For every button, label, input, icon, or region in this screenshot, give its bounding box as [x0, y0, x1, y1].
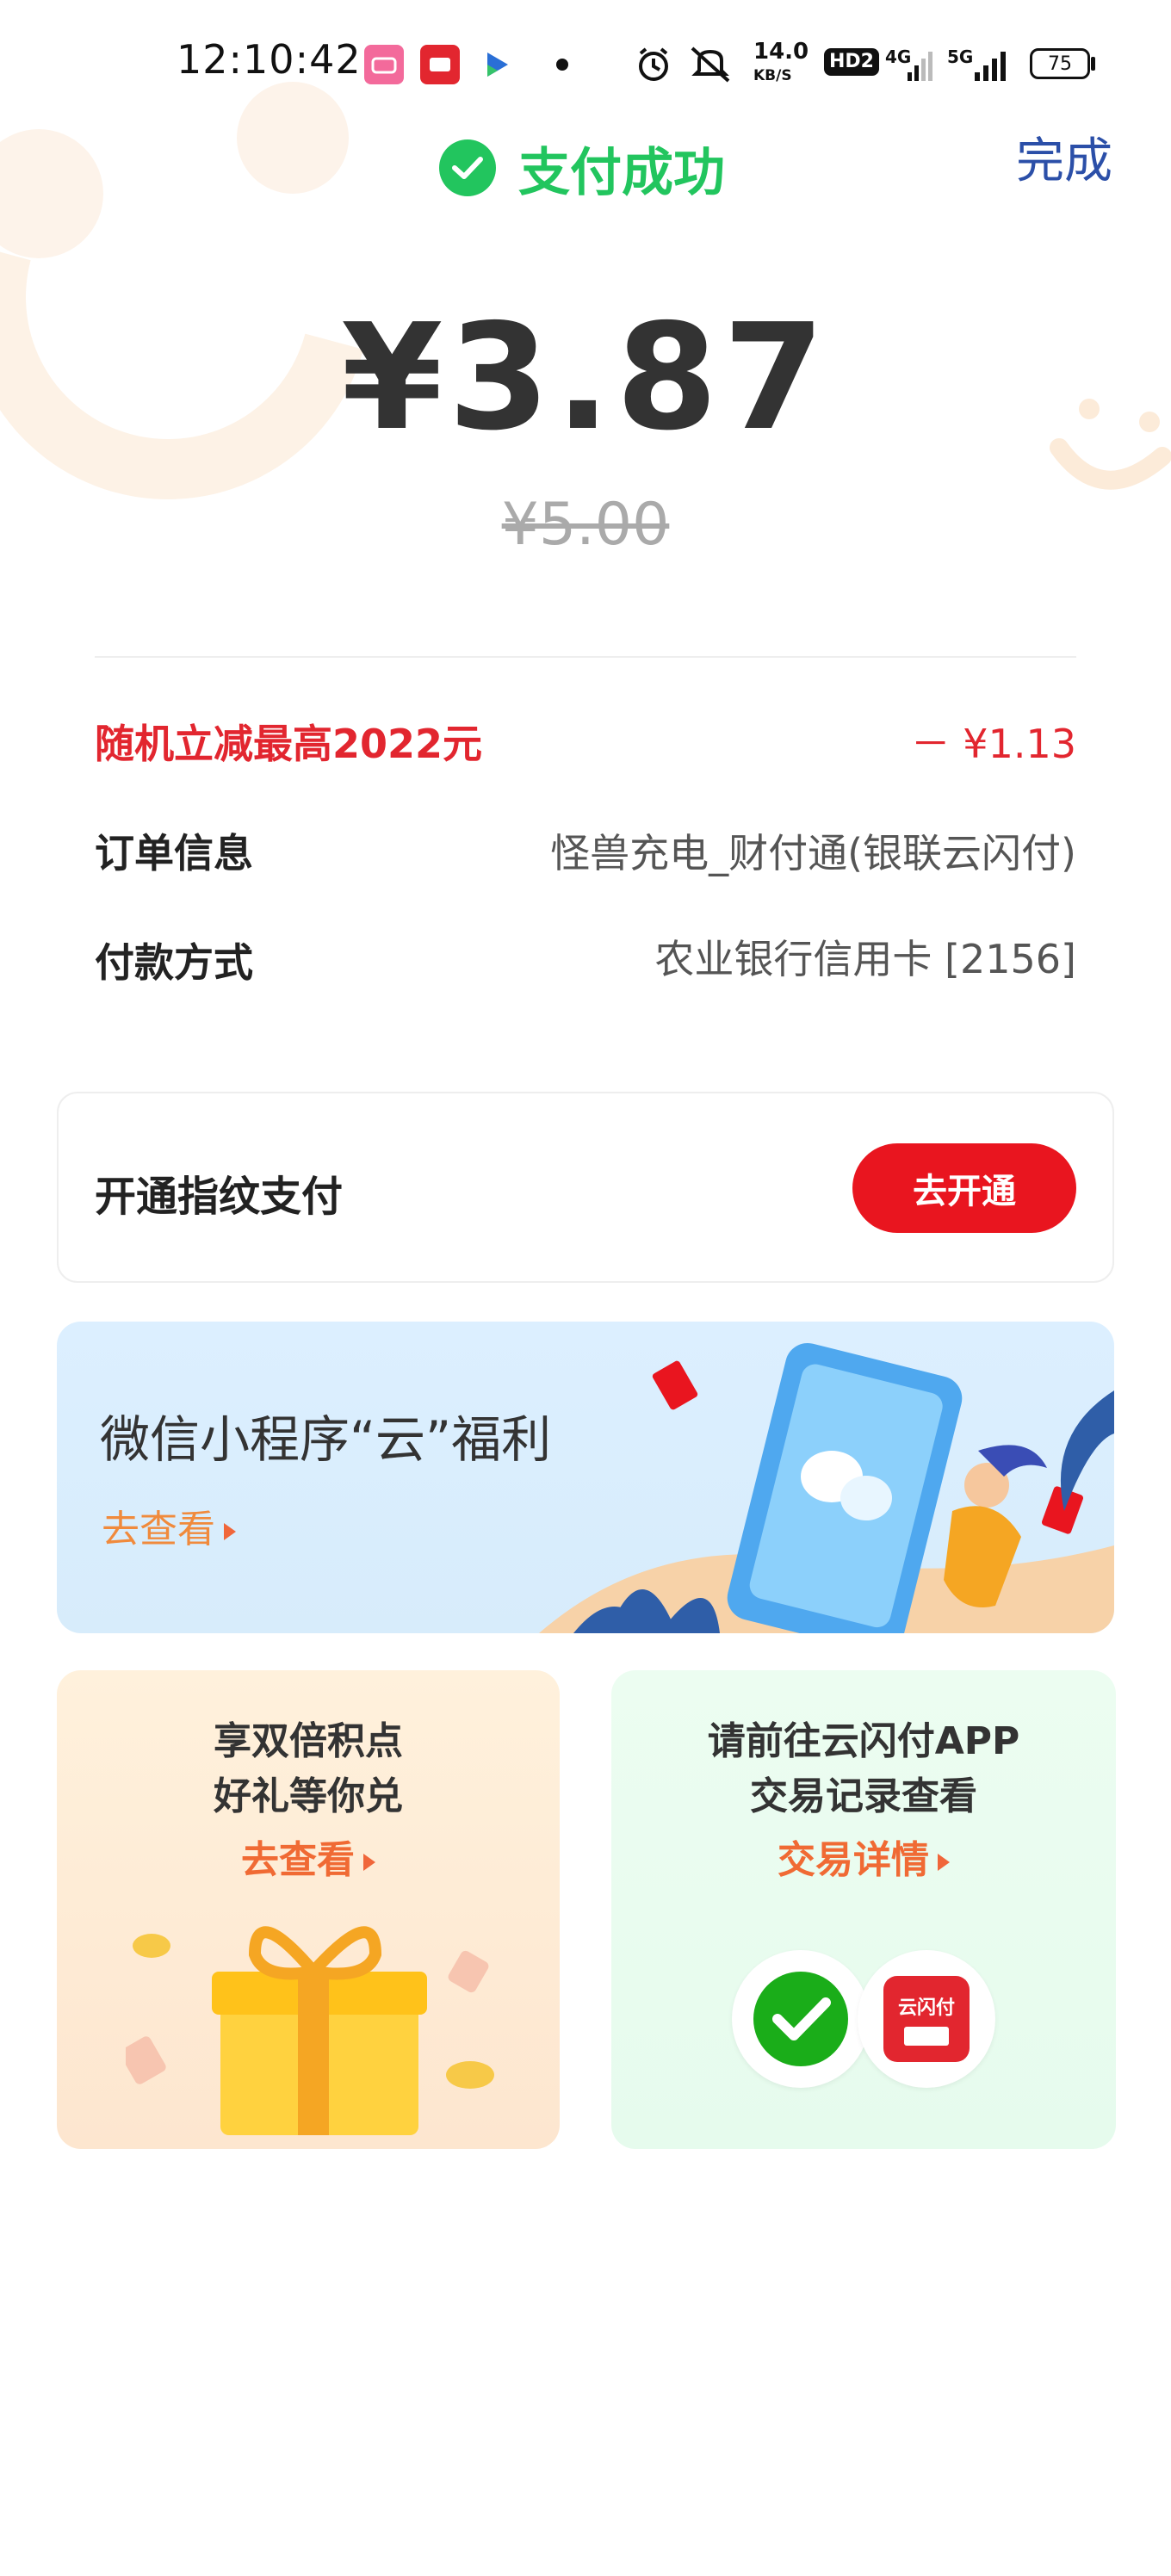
unionpay-cloud-icon	[420, 45, 460, 84]
alarm-icon	[639, 47, 668, 81]
paid-amount: ¥3.87	[341, 293, 830, 463]
payment-method-value: 农业银行信用卡 [2156]	[654, 936, 1076, 982]
order-info-value: 怪兽充电_财付通(银联云闪付)	[550, 830, 1076, 876]
card-icon	[904, 2027, 949, 2046]
caret-right-icon	[363, 1854, 375, 1871]
wechat-miniprogram-banner[interactable]	[57, 1322, 1114, 1633]
caret-right-icon	[224, 1523, 236, 1540]
unionpay-logo-badge: 云闪付	[883, 1976, 970, 2062]
wechat-pay-icon	[732, 1950, 870, 2088]
points-card-line2: 好礼等你兑	[214, 1774, 403, 1818]
payment-method-label: 付款方式	[95, 939, 253, 986]
banner-link-label: 去查看	[102, 1508, 215, 1551]
banner-link[interactable]: 去查看	[102, 1498, 236, 1553]
signal-strength-icon	[975, 52, 1006, 81]
status-time: 12:10:42	[177, 36, 362, 83]
payment-success-header: 支付成功	[439, 133, 725, 203]
gift-box-icon	[126, 1926, 494, 2135]
video-app-icon	[476, 45, 516, 84]
divider	[95, 656, 1076, 658]
points-card-link[interactable]: 去查看	[57, 1829, 560, 1884]
check-circle-icon	[439, 139, 496, 196]
done-button[interactable]: 完成	[1016, 122, 1112, 192]
payment-status-text: 支付成功	[518, 142, 725, 203]
transaction-detail-label: 交易详情	[778, 1838, 929, 1882]
discount-label: 随机立减最高2022元	[95, 721, 483, 767]
points-card-link-label: 去查看	[241, 1838, 355, 1882]
network-type-2: 5G	[947, 46, 974, 67]
enable-fingerprint-button[interactable]: 去开通	[852, 1143, 1076, 1233]
mute-icon	[691, 46, 730, 83]
bilibili-icon	[364, 45, 404, 84]
battery-tip	[1091, 57, 1095, 71]
unionpay-cloud-icon: 云闪付	[858, 1950, 995, 2088]
record-card-line1: 请前往云闪付APP	[707, 1719, 1020, 1763]
transaction-detail-link[interactable]: 交易详情	[612, 1829, 1115, 1884]
network-speed-unit: KB/S	[753, 67, 792, 84]
points-card-line1: 享双倍积点	[214, 1719, 403, 1763]
caret-right-icon	[938, 1854, 950, 1871]
order-info-label: 订单信息	[95, 830, 253, 876]
network-speed: 14.0	[753, 39, 809, 65]
fingerprint-pay-label: 开通指纹支付	[95, 1173, 344, 1221]
unionpay-logo-text: 云闪付	[897, 1997, 955, 2019]
record-card-line2: 交易记录查看	[750, 1774, 977, 1818]
notification-dot-icon	[556, 59, 568, 71]
signal-strength-icon	[908, 52, 932, 81]
battery-icon: 75	[1030, 48, 1090, 79]
discount-value: － ¥1.13	[910, 721, 1076, 767]
banner-illustration	[539, 1343, 1114, 1633]
banner-title: 微信小程序“云”福利	[100, 1410, 552, 1469]
hd-badge: HD2	[824, 48, 879, 76]
original-amount: ¥5.00	[501, 491, 670, 559]
battery-level: 75	[1048, 53, 1072, 75]
